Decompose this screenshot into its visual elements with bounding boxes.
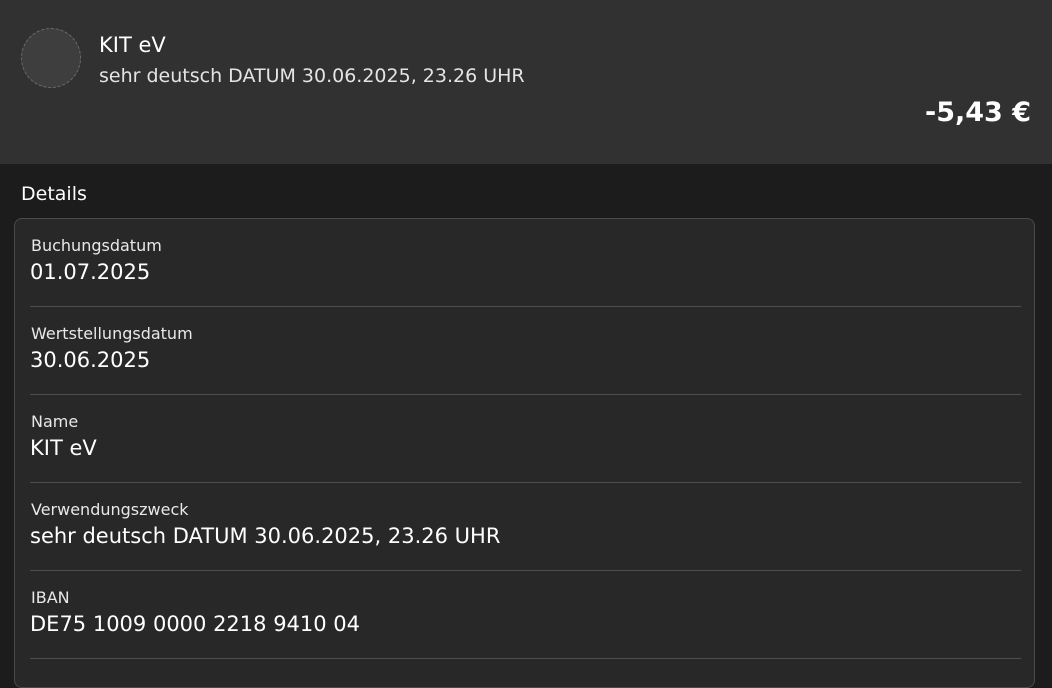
details-card: Buchungsdatum 01.07.2025 Wertstellungsda… (14, 218, 1035, 688)
transaction-amount: -5,43 € (924, 97, 1031, 128)
detail-row-buchungsdatum: Buchungsdatum 01.07.2025 (30, 219, 1021, 307)
detail-value: 01.07.2025 (30, 260, 151, 284)
detail-value: KIT eV (30, 436, 97, 460)
merchant-avatar (21, 28, 81, 88)
detail-row-verwendungszweck: Verwendungszweck sehr deutsch DATUM 30.0… (30, 483, 1021, 571)
detail-value: 30.06.2025 (30, 348, 151, 372)
detail-row-name: Name KIT eV (30, 395, 1021, 483)
detail-value: sehr deutsch DATUM 30.06.2025, 23.26 UHR (30, 524, 501, 548)
detail-value[interactable]: DE75 1009 0000 2218 9410 04 (30, 609, 360, 639)
detail-row-iban: IBAN DE75 1009 0000 2218 9410 04 (30, 571, 1021, 659)
detail-label: Name (31, 412, 79, 431)
merchant-name: KIT eV (99, 33, 166, 57)
transaction-purpose: sehr deutsch DATUM 30.06.2025, 23.26 UHR (99, 65, 525, 87)
details-heading: Details (21, 183, 87, 205)
detail-label: Wertstellungsdatum (31, 324, 193, 343)
transaction-header: KIT eV sehr deutsch DATUM 30.06.2025, 23… (0, 0, 1052, 164)
detail-label: IBAN (31, 588, 70, 607)
detail-label: Buchungsdatum (31, 236, 162, 255)
detail-label: Verwendungszweck (31, 500, 189, 519)
detail-row-wertstellungsdatum: Wertstellungsdatum 30.06.2025 (30, 307, 1021, 395)
